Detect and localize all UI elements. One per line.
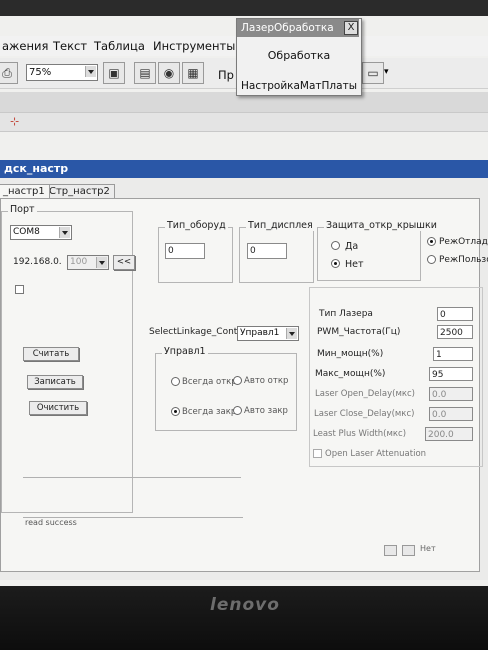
screen-top-bezel bbox=[0, 0, 488, 16]
port-checkbox[interactable] bbox=[15, 285, 24, 294]
screen-icon[interactable]: ▣ bbox=[103, 62, 125, 84]
auto-open-label: Авто откр bbox=[244, 376, 289, 386]
mode-user-label: РежПользов bbox=[439, 255, 488, 265]
mode-debug-radio[interactable] bbox=[427, 237, 436, 246]
lenovo-logo: lenovo bbox=[210, 595, 280, 615]
ruler-strip: ⊹ bbox=[0, 112, 488, 132]
mode-debug-label: РежОтладк bbox=[439, 237, 488, 247]
tray-label: Нет bbox=[420, 544, 436, 553]
laser-type-input[interactable]: 0 bbox=[437, 307, 473, 321]
always-open-label: Всегда откр bbox=[182, 377, 237, 387]
clear-button[interactable]: Очистить bbox=[29, 401, 87, 415]
read-button[interactable]: Считать bbox=[23, 347, 79, 361]
chevron-down-icon[interactable] bbox=[59, 227, 70, 238]
display-type-label: Тип_дисплея bbox=[246, 220, 315, 231]
board-settings-button[interactable]: НастройкаМатПлаты bbox=[241, 75, 357, 97]
min-power-input[interactable]: 1 bbox=[433, 347, 473, 361]
max-power-label: Макс_мощн(%) bbox=[315, 369, 386, 379]
cover-yes-radio[interactable] bbox=[331, 241, 340, 250]
separator-line bbox=[23, 477, 241, 478]
tray-icon[interactable] bbox=[384, 545, 397, 556]
port-group-label: Порт bbox=[8, 204, 37, 215]
laser-type-label: Тип Лазера bbox=[319, 309, 373, 319]
linkage-label: SelectLinkage_Control bbox=[149, 327, 249, 337]
menu-item-text[interactable]: Текст bbox=[53, 39, 87, 53]
cover-protection-label: Защита_откр_крышки bbox=[324, 220, 439, 231]
least-plus-width-label: Least Plus Width(мкс) bbox=[313, 429, 407, 439]
ip-prefix-label: 192.168.0. bbox=[13, 257, 62, 267]
display-type-input[interactable]: 0 bbox=[247, 243, 287, 259]
close-icon[interactable]: X bbox=[344, 21, 358, 35]
layout-icon[interactable]: ▤ bbox=[134, 62, 156, 84]
auto-closed-radio[interactable] bbox=[233, 406, 242, 415]
chevron-down-icon[interactable]: ▾ bbox=[384, 67, 389, 77]
open-delay-input[interactable]: 0.0 bbox=[429, 387, 473, 401]
cover-protection-group: Защита_откр_крышки bbox=[317, 220, 439, 281]
menu-item-print-preview[interactable]: Пр bbox=[218, 68, 234, 82]
menu-item-table[interactable]: Таблица bbox=[94, 39, 145, 53]
equip-type-label: Тип_оборуд bbox=[165, 220, 228, 231]
always-closed-label: Всегда закр bbox=[182, 407, 237, 417]
print-icon[interactable]: ⎙ bbox=[0, 62, 18, 84]
ruler-marker-icon: ⊹ bbox=[10, 115, 20, 128]
view-icon[interactable]: ◉ bbox=[158, 62, 180, 84]
attenuation-checkbox[interactable] bbox=[313, 449, 322, 458]
ip-apply-button[interactable]: << bbox=[113, 255, 135, 270]
always-open-radio[interactable] bbox=[171, 377, 180, 386]
linkage-group: Управл1 bbox=[155, 346, 297, 431]
laser-processing-popup: ЛазерОбработка X Обработка НастройкаМатП… bbox=[236, 18, 362, 96]
attenuation-label: Open Laser Attenuation bbox=[325, 449, 427, 459]
window-icon[interactable]: ▭ bbox=[362, 62, 384, 84]
write-button[interactable]: Записать bbox=[27, 375, 83, 389]
always-closed-radio[interactable] bbox=[171, 407, 180, 416]
menu-item-view[interactable]: ажения bbox=[2, 39, 48, 53]
auto-open-radio[interactable] bbox=[233, 376, 242, 385]
status-bar: read success bbox=[23, 517, 243, 530]
menu-item-tools[interactable]: Инструменты bbox=[153, 39, 235, 53]
close-delay-input[interactable]: 0.0 bbox=[429, 407, 473, 421]
ip-last-octet-select[interactable]: 100 bbox=[67, 255, 109, 270]
com-port-select[interactable]: COM8 bbox=[10, 225, 72, 240]
pwm-frequency-label: PWM_Частота(Гц) bbox=[317, 327, 401, 337]
max-power-input[interactable]: 95 bbox=[429, 367, 473, 381]
min-power-label: Мин_мощн(%) bbox=[317, 349, 384, 359]
zoom-combo[interactable]: 75% bbox=[26, 64, 98, 81]
pwm-frequency-input[interactable]: 2500 bbox=[437, 325, 473, 339]
cover-yes-label: Да bbox=[345, 241, 359, 252]
cover-no-label: Нет bbox=[345, 259, 364, 270]
linkage-group-label: Управл1 bbox=[162, 346, 208, 357]
laptop-screen: ажения Текст Таблица Инструменты ⎙ 75% ▣… bbox=[0, 0, 488, 586]
settings-dialog: дск_настр _настр1 Стр_настр2 Порт COM8 1… bbox=[0, 160, 488, 580]
chevron-down-icon[interactable] bbox=[286, 328, 297, 339]
tray-icon[interactable] bbox=[402, 545, 415, 556]
dialog-title: дск_настр bbox=[0, 160, 488, 178]
chevron-down-icon[interactable] bbox=[85, 66, 96, 77]
open-delay-label: Laser Open_Delay(мкс) bbox=[315, 389, 415, 399]
grid-icon[interactable]: ▦ bbox=[182, 62, 204, 84]
least-plus-width-input[interactable]: 200.0 bbox=[425, 427, 473, 441]
cover-no-radio[interactable] bbox=[331, 259, 340, 268]
linkage-select[interactable]: Управл1 bbox=[237, 326, 299, 341]
tab-settings-1[interactable]: _настр1 bbox=[0, 184, 50, 198]
tab-settings-2[interactable]: Стр_настр2 bbox=[44, 184, 115, 198]
close-delay-label: Laser Close_Delay(мкс) bbox=[314, 409, 415, 419]
auto-closed-label: Авто закр bbox=[244, 406, 288, 416]
popup-title: ЛазерОбработка bbox=[237, 19, 359, 37]
tab-page: Порт COM8 192.168.0. 100 << Считать Запи… bbox=[0, 198, 488, 572]
mode-user-radio[interactable] bbox=[427, 255, 436, 264]
chevron-down-icon[interactable] bbox=[96, 257, 107, 268]
equip-type-input[interactable]: 0 bbox=[165, 243, 205, 259]
processing-button[interactable]: Обработка bbox=[241, 45, 357, 67]
